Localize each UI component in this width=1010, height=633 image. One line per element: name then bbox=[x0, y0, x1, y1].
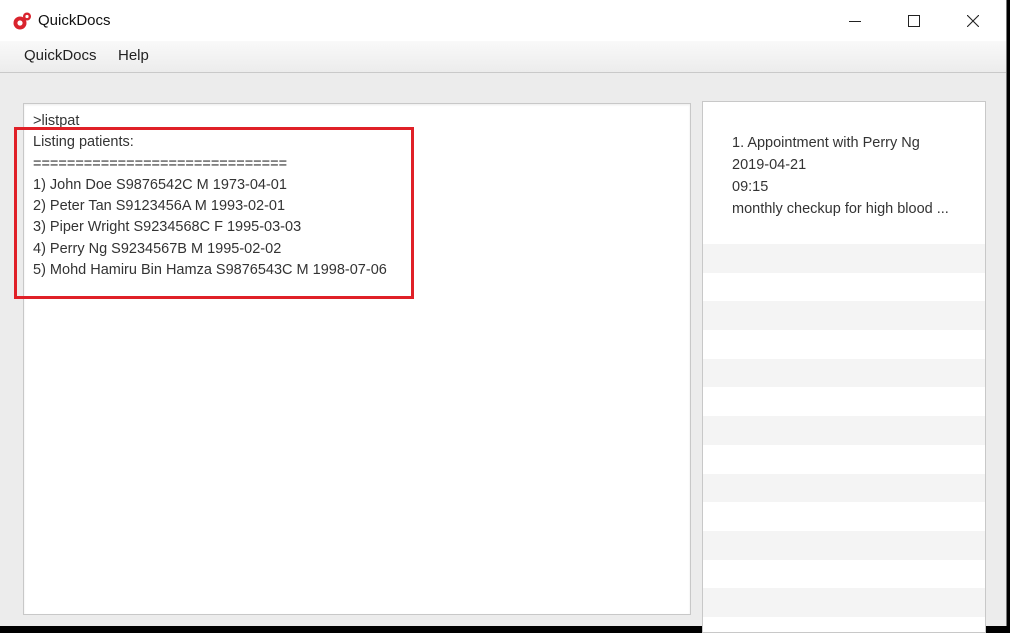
menu-help[interactable]: Help bbox=[118, 47, 149, 64]
command-output-panel[interactable]: >listpat Listing patients: =============… bbox=[23, 103, 691, 615]
appointment-time: 09:15 bbox=[732, 179, 769, 195]
close-icon bbox=[967, 14, 979, 27]
output-line-command: >listpat bbox=[33, 113, 80, 129]
minimize-icon bbox=[849, 20, 861, 22]
empty-list-row bbox=[703, 416, 985, 445]
empty-list-row bbox=[703, 330, 985, 359]
empty-list-row bbox=[703, 387, 985, 417]
empty-list-row bbox=[703, 301, 985, 331]
app-logo-icon bbox=[13, 12, 31, 30]
maximize-icon bbox=[908, 14, 920, 27]
empty-list-row bbox=[703, 531, 985, 560]
output-line-patient: 2) Peter Tan S9123456A M 1993-02-01 bbox=[33, 198, 286, 215]
output-line-patient: 4) Perry Ng S9234567B M 1995-02-02 bbox=[33, 240, 282, 257]
app-window: QuickDocs QuickDocs Help >listpat Listin bbox=[0, 0, 1007, 633]
empty-list-row bbox=[703, 358, 985, 388]
output-lines: >listpat Listing patients: =============… bbox=[33, 111, 387, 281]
menu-quickdocs[interactable]: QuickDocs bbox=[24, 47, 97, 64]
output-line-patient: 3) Piper Wright S9234568C F 1995-03-03 bbox=[33, 219, 302, 236]
close-button[interactable] bbox=[944, 0, 1002, 41]
appointment-card[interactable]: 1. Appointment with Perry Ng 2019-04-21 … bbox=[703, 102, 985, 244]
empty-list-row bbox=[703, 559, 985, 589]
appointment-comment: monthly checkup for high blood ... bbox=[732, 201, 949, 217]
appointment-date: 2019-04-21 bbox=[732, 157, 807, 173]
appointment-list-panel[interactable]: 1. Appointment with Perry Ng 2019-04-21 … bbox=[702, 101, 986, 633]
empty-list-row bbox=[703, 588, 985, 618]
output-line-separator: ============================== bbox=[33, 155, 288, 172]
title-bar[interactable]: QuickDocs bbox=[0, 0, 1006, 41]
main-content: >listpat Listing patients: =============… bbox=[0, 73, 1006, 633]
empty-list-row bbox=[703, 502, 985, 531]
minimize-button[interactable] bbox=[826, 0, 884, 41]
empty-list-row bbox=[703, 272, 985, 302]
output-line-patient: 1) John Doe S9876542C M 1973-04-01 bbox=[33, 176, 287, 193]
empty-list-row bbox=[703, 473, 985, 503]
output-line-header: Listing patients: bbox=[33, 134, 134, 151]
maximize-button[interactable] bbox=[885, 0, 943, 41]
window-title: QuickDocs bbox=[38, 12, 111, 29]
empty-list-row bbox=[703, 244, 985, 273]
menu-bar: QuickDocs Help bbox=[0, 41, 1006, 73]
empty-list-row bbox=[703, 444, 985, 474]
appointment-title: 1. Appointment with Perry Ng bbox=[732, 135, 920, 151]
output-line-patient: 5) Mohd Hamiru Bin Hamza S9876543C M 199… bbox=[33, 262, 387, 279]
